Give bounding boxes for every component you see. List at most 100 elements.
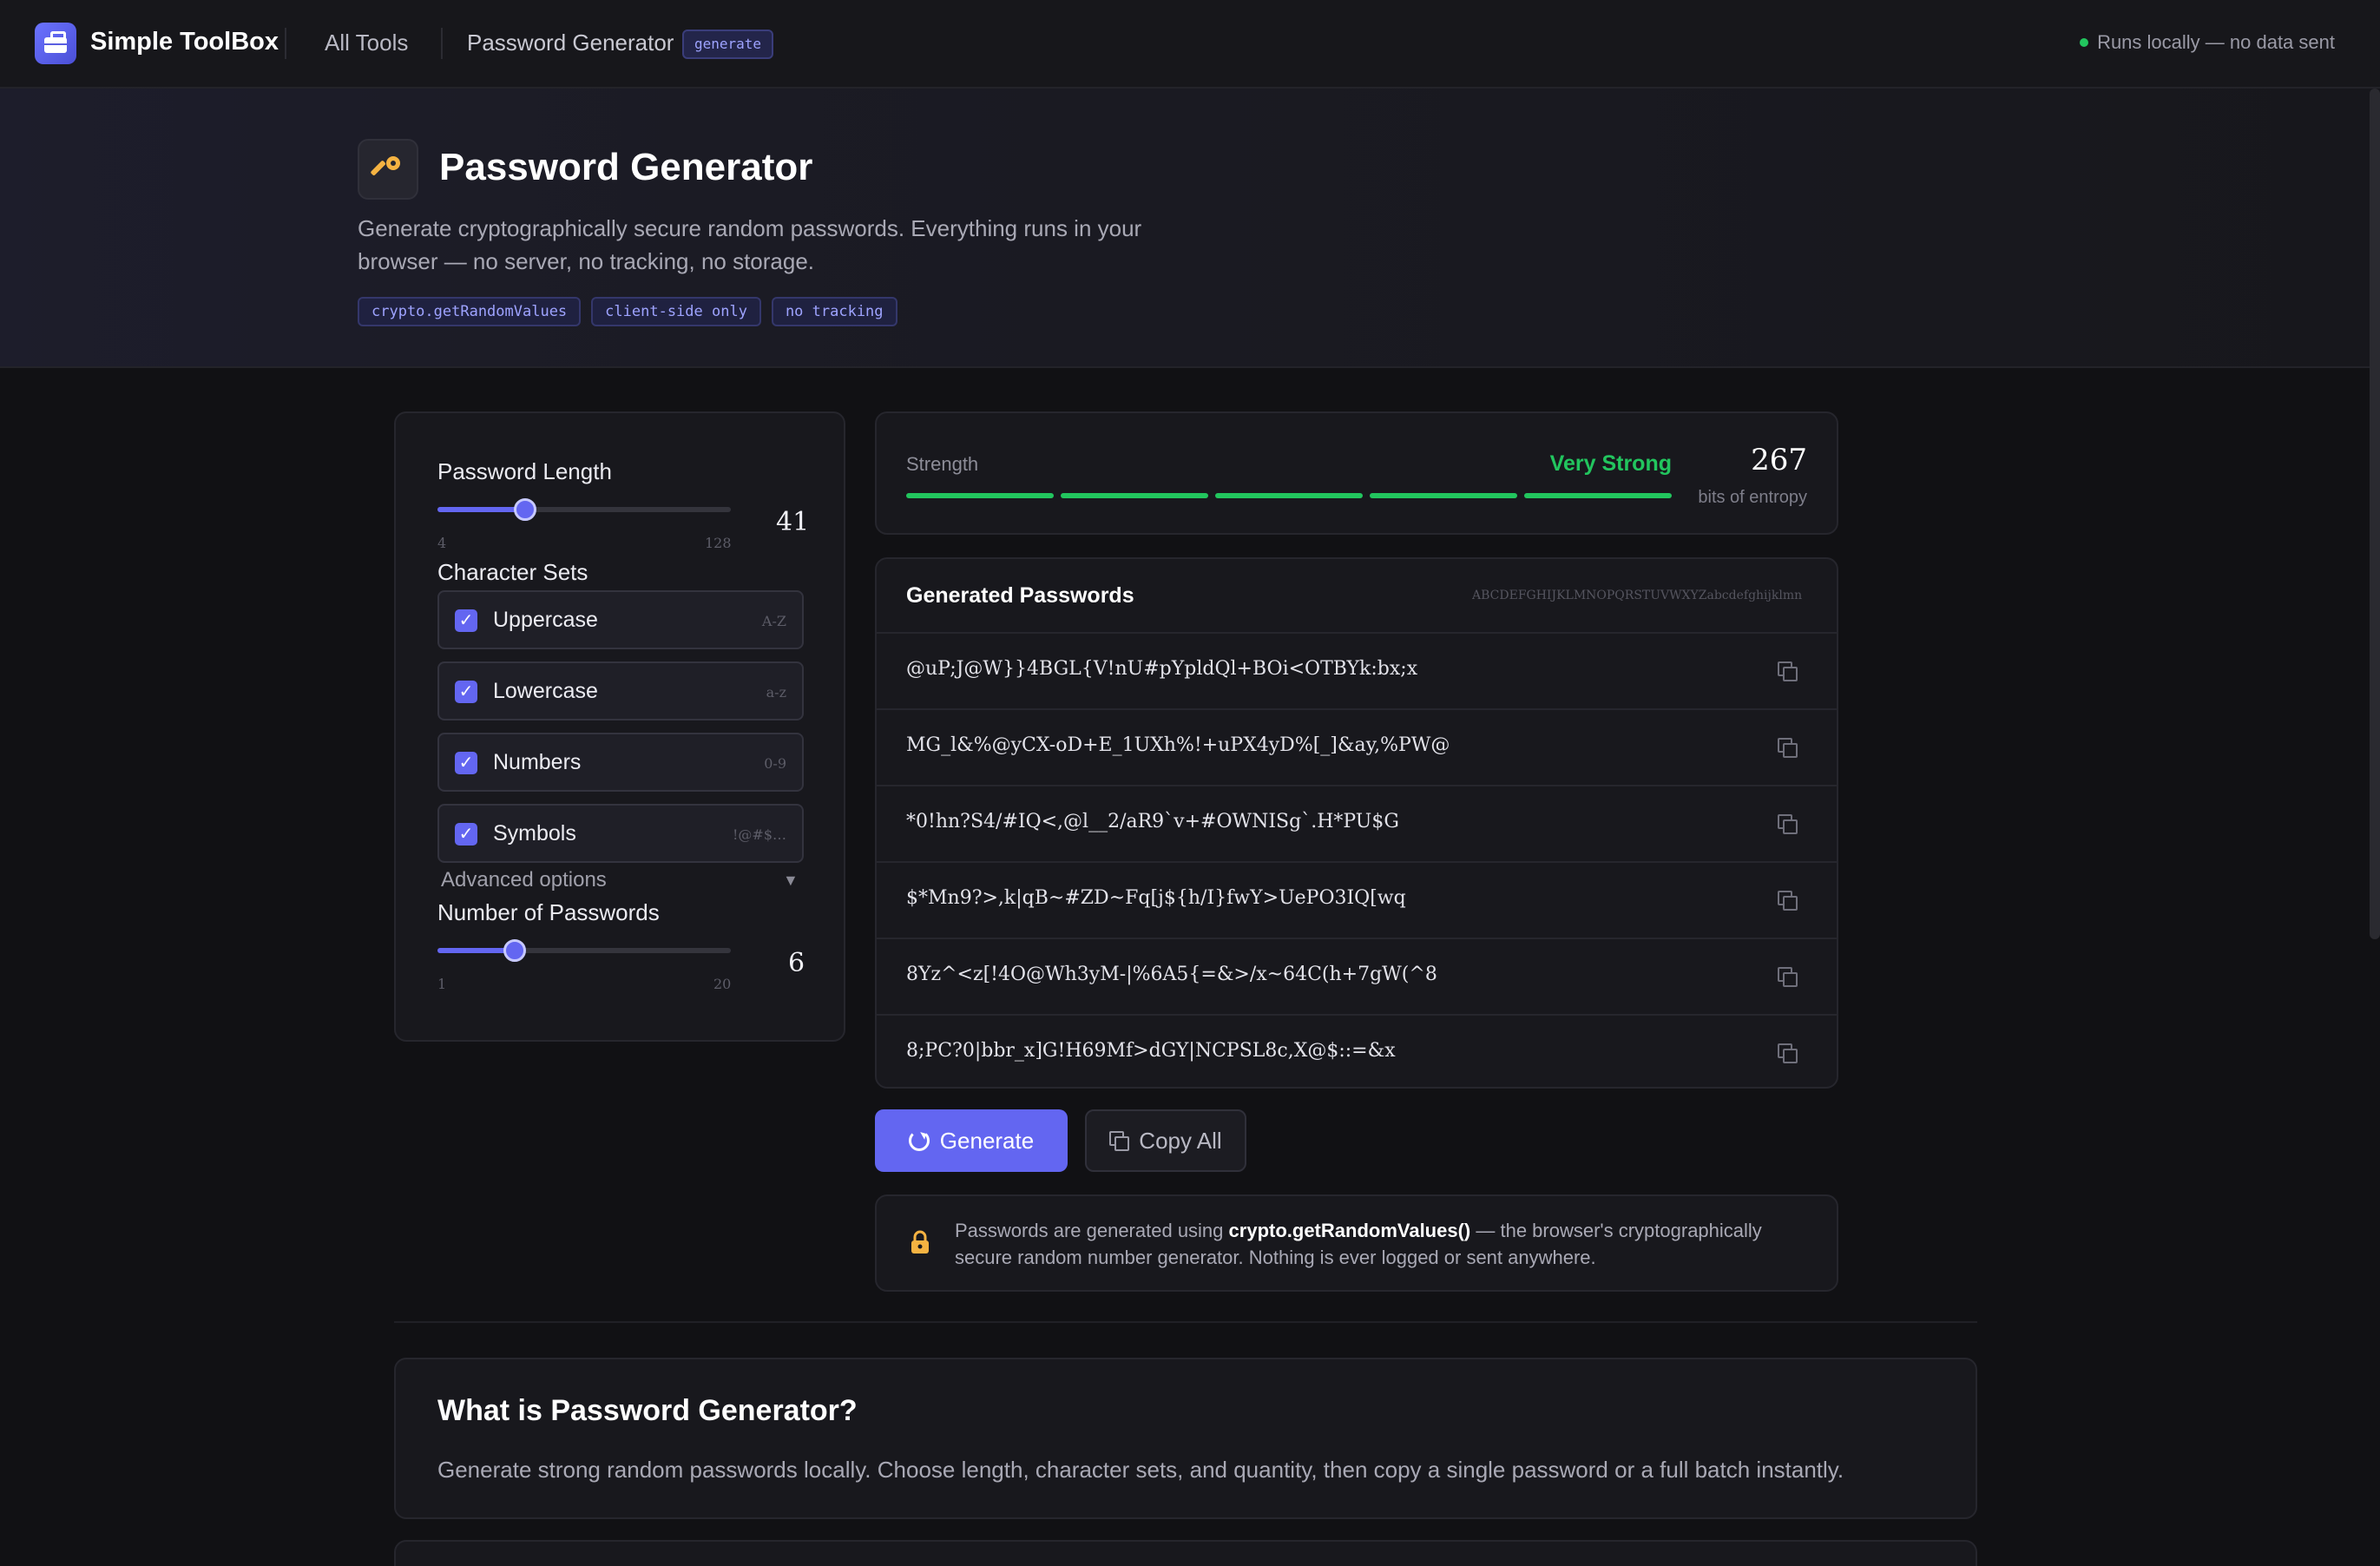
password-text[interactable]: 8Yz^<z[!4O@Wh3yM-|%6A5{=&>/x~64C(h+7gW(^… (906, 964, 1437, 985)
password-text[interactable]: MG_l&%@yCX-oD+E_1UXh%!+uPX4yD%[_]&ay,%PW… (906, 734, 1450, 756)
hero-section: Password Generator Generate cryptographi… (0, 89, 2380, 368)
copy-icon[interactable] (1778, 814, 1798, 834)
advanced-options-toggle[interactable]: Advanced options (441, 868, 607, 892)
section-divider (394, 1321, 1977, 1323)
checkbox-checked-icon[interactable]: ✓ (455, 752, 477, 774)
key-icon (358, 139, 418, 200)
charset-hint: 0-9 (764, 755, 786, 772)
strength-segment (1524, 493, 1672, 498)
count-label: Number of Passwords (437, 899, 660, 925)
strength-segment (906, 493, 1054, 498)
info-text: Passwords are generated using crypto.get… (955, 1217, 1814, 1271)
password-text[interactable]: *0!hn?S4/#IQ<,@l__2/aR9`v+#OWNISg`.H*PU$… (906, 811, 1399, 832)
security-info: Passwords are generated using crypto.get… (875, 1194, 1838, 1292)
divider (441, 28, 443, 59)
copy-icon[interactable] (1778, 738, 1798, 758)
charset-name: Lowercase (493, 679, 598, 703)
count-value: 6 (788, 948, 805, 978)
charset-hint: a-z (766, 684, 786, 701)
next-section-card (394, 1540, 1977, 1566)
tag: no tracking (771, 297, 897, 326)
charset-symbols[interactable]: ✓ Symbols !@#$… (437, 804, 804, 863)
checkbox-checked-icon[interactable]: ✓ (455, 609, 477, 632)
copy-icon[interactable] (1778, 1043, 1798, 1063)
copy-all-label: Copy All (1139, 1127, 1222, 1154)
charset-uppercase[interactable]: ✓ Uppercase A-Z (437, 590, 804, 649)
charsets-label: Character Sets (437, 559, 588, 585)
top-bar: Simple ToolBox All Tools Password Genera… (0, 0, 2380, 89)
generate-button[interactable]: Generate (875, 1109, 1068, 1172)
password-text[interactable]: 8;PC?0|bbr_x]G!H69Mf>dGY|NCPSL8c,X@$::=&… (906, 1040, 1396, 1062)
brand-name[interactable]: Simple ToolBox (90, 28, 279, 56)
charset-name: Symbols (493, 821, 576, 846)
charset-name: Uppercase (493, 608, 598, 632)
breadcrumb-current: Password Generator (467, 30, 674, 56)
length-label: Password Length (437, 458, 612, 484)
about-text: Generate strong random passwords locally… (437, 1457, 1844, 1483)
tag: client-side only (591, 297, 761, 326)
length-slider-fill (437, 507, 525, 512)
local-status: Runs locally — no data sent (2080, 31, 2335, 54)
chevron-down-icon[interactable]: ▼ (783, 872, 799, 890)
passwords-title: Generated Passwords (906, 583, 1134, 608)
generated-passwords-panel: Generated Passwords ABCDEFGHIJKLMNOPQRST… (875, 557, 1838, 1089)
strength-value: Very Strong (1549, 451, 1672, 476)
charset-name: Numbers (493, 750, 582, 774)
charset-hint: !@#$… (732, 826, 786, 843)
copy-all-button[interactable]: Copy All (1085, 1109, 1246, 1172)
strength-segment (1215, 493, 1363, 498)
strength-segment (1061, 493, 1208, 498)
count-max: 20 (713, 976, 732, 992)
strength-segment (1370, 493, 1517, 498)
charset-lowercase[interactable]: ✓ Lowercase a-z (437, 661, 804, 720)
password-row[interactable]: *0!hn?S4/#IQ<,@l__2/aR9`v+#OWNISg`.H*PU$… (877, 785, 1837, 861)
entropy-label: bits of entropy (1698, 488, 1807, 507)
copy-icon[interactable] (1778, 967, 1798, 987)
length-max: 128 (705, 535, 732, 551)
charset-hint: A-Z (761, 613, 786, 629)
about-section: What is Password Generator? Generate str… (394, 1358, 1977, 1519)
charset-preview: ABCDEFGHIJKLMNOPQRSTUVWXYZabcdefghijklmn… (1472, 589, 1802, 602)
length-value: 41 (776, 507, 810, 537)
breadcrumb-badge: generate (682, 30, 774, 59)
divider (285, 28, 286, 59)
password-text[interactable]: @uP;J@W}}4BGL{V!nU#pYpldQl+BOi<OTBYk:bx;… (906, 658, 1417, 680)
local-status-text: Runs locally — no data sent (2097, 31, 2335, 53)
copy-icon[interactable] (1778, 891, 1798, 911)
copy-icon[interactable] (1778, 661, 1798, 681)
status-dot-icon (2080, 38, 2089, 47)
checkbox-checked-icon[interactable]: ✓ (455, 681, 477, 703)
page-title: Password Generator (439, 146, 813, 188)
password-row[interactable]: @uP;J@W}}4BGL{V!nU#pYpldQl+BOi<OTBYk:bx;… (877, 632, 1837, 708)
strength-panel: Strength Very Strong 267 bits of entropy (875, 411, 1838, 535)
count-min: 1 (437, 976, 447, 992)
password-text[interactable]: $*Mn9?>,k|qB~#ZD~Fq[j${h/I}fwY>UePO3IQ[w… (906, 887, 1406, 909)
password-row[interactable]: $*Mn9?>,k|qB~#ZD~Fq[j${h/I}fwY>UePO3IQ[w… (877, 861, 1837, 938)
password-row[interactable]: 8;PC?0|bbr_x]G!H69Mf>dGY|NCPSL8c,X@$::=&… (877, 1014, 1837, 1087)
nav-all-tools[interactable]: All Tools (325, 30, 408, 56)
info-prefix: Passwords are generated using (955, 1220, 1229, 1241)
charset-numbers[interactable]: ✓ Numbers 0-9 (437, 733, 804, 792)
password-row[interactable]: 8Yz^<z[!4O@Wh3yM-|%6A5{=&>/x~64C(h+7gW(^… (877, 938, 1837, 1014)
password-row[interactable]: MG_l&%@yCX-oD+E_1UXh%!+uPX4yD%[_]&ay,%PW… (877, 708, 1837, 785)
checkbox-checked-icon[interactable]: ✓ (455, 823, 477, 846)
count-slider[interactable] (437, 939, 731, 962)
about-title: What is Password Generator? (437, 1394, 858, 1427)
hero-tags: crypto.getRandomValues client-side only … (358, 297, 897, 326)
length-slider[interactable] (437, 498, 731, 521)
count-slider-thumb[interactable] (503, 939, 526, 962)
generate-label: Generate (939, 1127, 1035, 1154)
lock-icon (910, 1229, 930, 1261)
entropy-bits: 267 (1751, 443, 1807, 477)
toolbox-logo-icon[interactable] (35, 23, 76, 64)
length-slider-thumb[interactable] (513, 498, 536, 521)
info-api: crypto.getRandomValues() (1228, 1220, 1471, 1241)
settings-panel: Password Length 4 128 41 Character Sets … (394, 411, 845, 1042)
refresh-icon (908, 1130, 930, 1151)
strength-label: Strength (906, 453, 979, 475)
tag: crypto.getRandomValues (358, 297, 582, 326)
scrollbar[interactable] (2370, 89, 2380, 939)
page-description: Generate cryptographically secure random… (358, 215, 1142, 274)
copy-icon (1109, 1131, 1130, 1151)
length-min: 4 (437, 535, 447, 551)
